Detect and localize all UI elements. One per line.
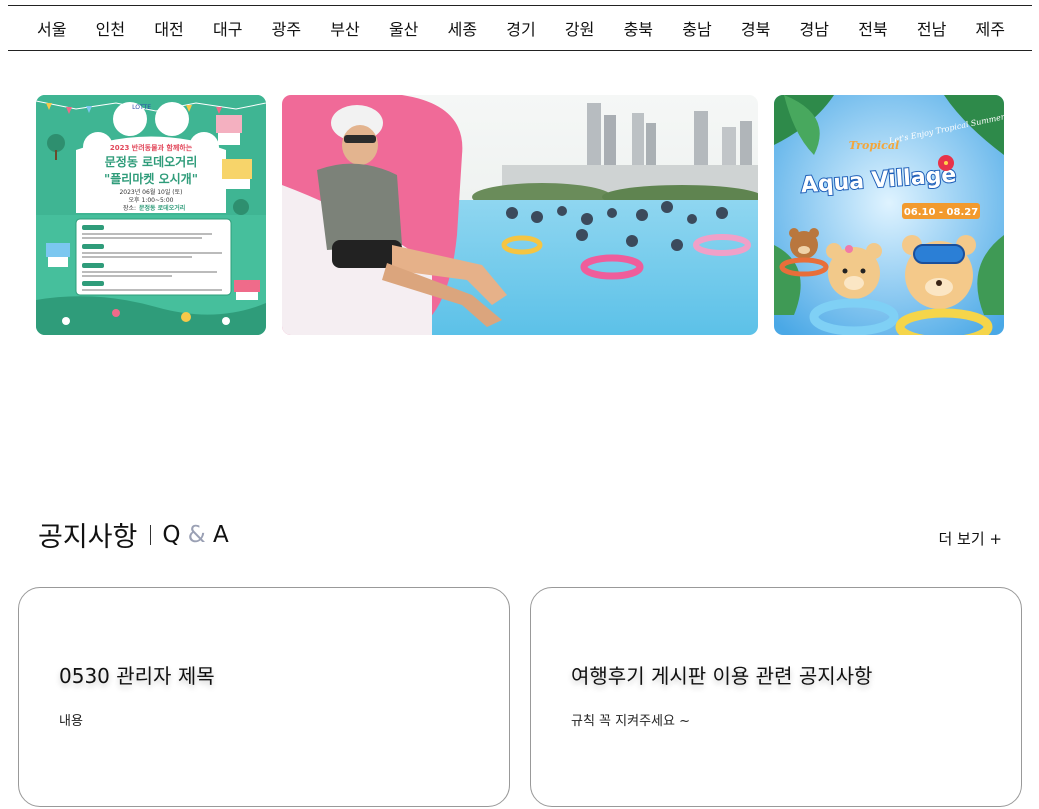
aqua-village-image: Let's Enjoy Tropical Summer! Tropical Aq… bbox=[774, 95, 1004, 335]
more-link[interactable]: 더 보기 + bbox=[938, 528, 1002, 549]
region-link-busan[interactable]: 부산 bbox=[330, 16, 359, 40]
qna-a: A bbox=[213, 521, 229, 548]
svg-text:"플리마켓 오시개": "플리마켓 오시개" bbox=[104, 171, 198, 186]
region-link-chungnam[interactable]: 충남 bbox=[682, 16, 711, 40]
notice-card-body: 규칙 꼭 지켜주세요 ~ bbox=[571, 714, 690, 729]
region-link-daegu[interactable]: 대구 bbox=[213, 16, 242, 40]
banner-water-park-photo[interactable] bbox=[282, 95, 758, 335]
region-link-gangwon[interactable]: 강원 bbox=[565, 16, 594, 40]
region-link-sejong[interactable]: 세종 bbox=[448, 16, 477, 40]
qna-tab[interactable]: Q & A bbox=[162, 522, 228, 548]
banner-flea-market-poster[interactable]: LOTTE 2023 반려동물과 함께하는 문정동 로데오거리 "플리마켓 오시… bbox=[36, 95, 266, 335]
region-link-daejeon[interactable]: 대전 bbox=[154, 16, 183, 40]
tab-divider bbox=[150, 524, 152, 545]
qna-amp: & bbox=[187, 521, 206, 548]
notice-card-body: 내용 bbox=[59, 714, 83, 729]
region-link-gyeongbuk[interactable]: 경북 bbox=[741, 16, 770, 40]
water-park-photo-image bbox=[282, 95, 758, 335]
svg-text:문정동 로데오거리: 문정동 로데오거리 bbox=[139, 204, 185, 212]
banner-aqua-village[interactable]: Let's Enjoy Tropical Summer! Tropical Aq… bbox=[774, 95, 1004, 335]
notice-card[interactable]: 0530 관리자 제목 내용 bbox=[18, 587, 510, 807]
svg-text:오후 1:00~5:00: 오후 1:00~5:00 bbox=[129, 196, 174, 204]
svg-text:2023 반려동물과 함께하는: 2023 반려동물과 함께하는 bbox=[110, 143, 193, 152]
region-link-incheon[interactable]: 인천 bbox=[96, 16, 125, 40]
region-link-jeju[interactable]: 제주 bbox=[976, 16, 1005, 40]
flea-market-poster-image: LOTTE 2023 반려동물과 함께하는 문정동 로데오거리 "플리마켓 오시… bbox=[36, 95, 266, 335]
qna-q: Q bbox=[162, 521, 181, 548]
region-link-seoul[interactable]: 서울 bbox=[37, 16, 66, 40]
notice-tab[interactable]: 공지사항 bbox=[38, 515, 137, 554]
region-link-chungbuk[interactable]: 충북 bbox=[624, 16, 653, 40]
region-nav: 서울 인천 대전 대구 광주 부산 울산 세종 경기 강원 충북 충남 경북 경… bbox=[8, 5, 1032, 51]
notice-section-header: 공지사항 Q & A bbox=[38, 515, 229, 554]
region-link-gyeonggi[interactable]: 경기 bbox=[506, 16, 535, 40]
svg-text:2023년 06월 10일 (토): 2023년 06월 10일 (토) bbox=[119, 188, 182, 196]
region-link-ulsan[interactable]: 울산 bbox=[389, 16, 418, 40]
region-link-gwangju[interactable]: 광주 bbox=[272, 16, 301, 40]
svg-text:LOTTE: LOTTE bbox=[132, 104, 151, 111]
region-link-jeonnam[interactable]: 전남 bbox=[917, 16, 946, 40]
svg-text:06.10 - 08.27: 06.10 - 08.27 bbox=[904, 207, 978, 218]
notice-card-title: 여행후기 게시판 이용 관련 공지사항 bbox=[571, 664, 873, 688]
region-link-jeonbuk[interactable]: 전북 bbox=[858, 16, 887, 40]
svg-text:문정동 로데오거리: 문정동 로데오거리 bbox=[105, 154, 198, 169]
svg-text:Tropical: Tropical bbox=[849, 139, 899, 152]
region-link-gyeongnam[interactable]: 경남 bbox=[800, 16, 829, 40]
svg-text:장소:: 장소: bbox=[123, 204, 136, 212]
notice-card-title: 0530 관리자 제목 bbox=[59, 664, 215, 688]
notice-card[interactable]: 여행후기 게시판 이용 관련 공지사항 규칙 꼭 지켜주세요 ~ bbox=[530, 587, 1022, 807]
